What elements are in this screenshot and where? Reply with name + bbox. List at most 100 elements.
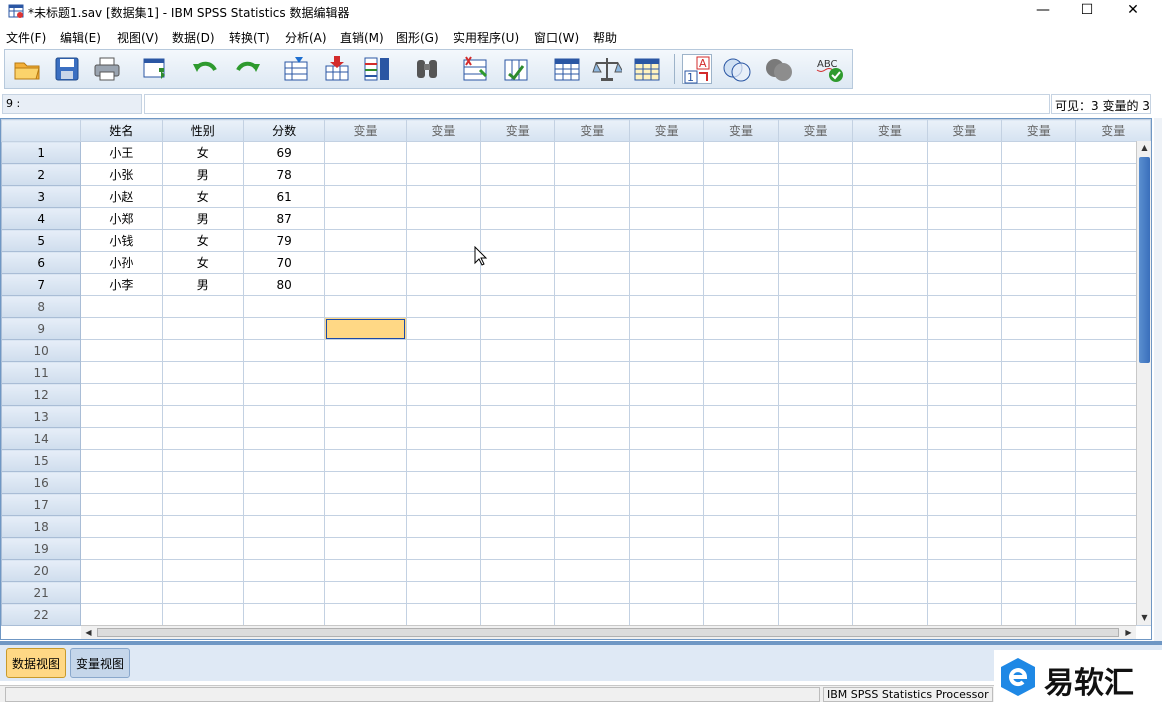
column-header-empty[interactable]: 变量 xyxy=(852,119,928,142)
data-cell[interactable]: 69 xyxy=(242,141,326,164)
data-cell[interactable] xyxy=(554,559,630,582)
vertical-scrollbar[interactable]: ▲ ▼ xyxy=(1136,141,1151,625)
data-cell[interactable] xyxy=(324,427,407,450)
variables-icon[interactable] xyxy=(362,54,392,84)
data-cell[interactable]: 小赵 xyxy=(80,185,163,208)
data-cell[interactable] xyxy=(852,251,928,274)
data-cell[interactable] xyxy=(628,163,705,186)
data-cell[interactable] xyxy=(161,383,244,406)
grid-corner[interactable] xyxy=(1,119,82,142)
data-cell[interactable]: 小李 xyxy=(80,273,163,296)
data-cell[interactable] xyxy=(405,405,482,428)
data-cell[interactable] xyxy=(926,405,1003,428)
column-header[interactable]: 性别 xyxy=(161,119,244,142)
data-cell[interactable] xyxy=(1001,141,1077,164)
row-header[interactable]: 7 xyxy=(1,273,82,296)
data-cell[interactable] xyxy=(480,405,556,428)
data-cell[interactable] xyxy=(852,515,928,538)
close-button[interactable]: ✕ xyxy=(1111,0,1155,22)
row-header[interactable]: 21 xyxy=(1,581,82,604)
data-cell[interactable] xyxy=(480,361,556,384)
row-header[interactable]: 14 xyxy=(1,427,82,450)
data-cell[interactable] xyxy=(703,185,779,208)
data-cell[interactable] xyxy=(703,449,779,472)
data-cell[interactable] xyxy=(161,581,244,604)
data-cell[interactable] xyxy=(242,295,326,318)
data-cell[interactable] xyxy=(777,273,854,296)
data-cell[interactable] xyxy=(405,273,482,296)
data-cell[interactable] xyxy=(1001,449,1077,472)
data-cell[interactable] xyxy=(554,273,630,296)
data-cell[interactable] xyxy=(628,295,705,318)
data-cell[interactable] xyxy=(777,317,854,340)
menu-data[interactable]: 数据(D) xyxy=(172,29,215,46)
data-cell[interactable] xyxy=(554,603,630,626)
save-icon[interactable] xyxy=(52,54,82,84)
data-cell[interactable] xyxy=(80,603,163,626)
data-cell[interactable] xyxy=(161,405,244,428)
data-cell[interactable] xyxy=(628,207,705,230)
data-cell[interactable] xyxy=(926,229,1003,252)
data-cell[interactable] xyxy=(554,339,630,362)
data-cell[interactable] xyxy=(405,251,482,274)
data-cell[interactable] xyxy=(480,273,556,296)
data-cell[interactable] xyxy=(777,383,854,406)
data-cell[interactable] xyxy=(480,141,556,164)
data-cell[interactable] xyxy=(703,405,779,428)
data-cell[interactable] xyxy=(703,207,779,230)
maximize-button[interactable]: ☐ xyxy=(1065,0,1109,22)
weight-cases-icon[interactable] xyxy=(592,54,624,84)
data-cell[interactable] xyxy=(324,207,407,230)
data-cell[interactable] xyxy=(161,471,244,494)
data-cell[interactable] xyxy=(405,449,482,472)
column-header-empty[interactable]: 变量 xyxy=(1075,119,1151,142)
data-cell[interactable] xyxy=(480,493,556,516)
data-cell[interactable] xyxy=(703,559,779,582)
data-cell[interactable] xyxy=(324,141,407,164)
data-cell[interactable] xyxy=(926,141,1003,164)
data-cell[interactable] xyxy=(324,471,407,494)
data-cell[interactable] xyxy=(926,339,1003,362)
data-cell[interactable] xyxy=(554,471,630,494)
data-cell[interactable] xyxy=(628,383,705,406)
data-cell[interactable] xyxy=(405,185,482,208)
data-cell[interactable] xyxy=(703,471,779,494)
data-cell[interactable]: 男 xyxy=(161,207,244,230)
data-cell[interactable] xyxy=(1001,515,1077,538)
data-cell[interactable] xyxy=(480,185,556,208)
open-folder-icon[interactable] xyxy=(12,54,42,84)
data-cell[interactable]: 小王 xyxy=(80,141,163,164)
data-cell[interactable] xyxy=(554,251,630,274)
data-cell[interactable] xyxy=(242,339,326,362)
data-cell[interactable] xyxy=(926,559,1003,582)
data-cell[interactable] xyxy=(480,383,556,406)
data-cell[interactable] xyxy=(926,537,1003,560)
data-cell[interactable] xyxy=(242,361,326,384)
data-cell[interactable] xyxy=(628,339,705,362)
scroll-up-icon[interactable]: ▲ xyxy=(1137,141,1151,155)
data-cell[interactable] xyxy=(703,295,779,318)
data-cell[interactable] xyxy=(628,317,705,340)
data-cell[interactable] xyxy=(1001,603,1077,626)
data-cell[interactable] xyxy=(480,207,556,230)
data-cell[interactable] xyxy=(852,449,928,472)
column-header-empty[interactable]: 变量 xyxy=(480,119,556,142)
data-cell[interactable] xyxy=(161,537,244,560)
data-cell[interactable] xyxy=(324,273,407,296)
data-cell[interactable]: 79 xyxy=(242,229,326,252)
menu-utilities[interactable]: 实用程序(U) xyxy=(453,29,519,46)
data-cell[interactable] xyxy=(1001,581,1077,604)
data-cell[interactable] xyxy=(242,405,326,428)
data-cell[interactable] xyxy=(926,273,1003,296)
data-cell[interactable] xyxy=(777,581,854,604)
data-cell[interactable] xyxy=(1001,537,1077,560)
goto-case-icon[interactable] xyxy=(281,54,311,84)
data-cell[interactable] xyxy=(242,603,326,626)
menu-direct-marketing[interactable]: 直销(M) xyxy=(340,29,384,46)
data-cell[interactable]: 78 xyxy=(242,163,326,186)
data-cell[interactable] xyxy=(480,295,556,318)
data-cell[interactable] xyxy=(324,361,407,384)
data-cell[interactable] xyxy=(324,163,407,186)
row-header[interactable]: 3 xyxy=(1,185,82,208)
data-cell[interactable] xyxy=(161,449,244,472)
